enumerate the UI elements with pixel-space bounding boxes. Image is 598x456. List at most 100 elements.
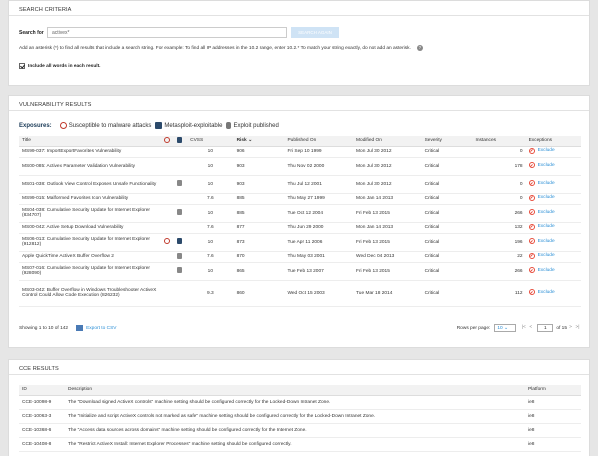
vuln-title-link[interactable]: MS07-016: Cumulative Security Update for…: [19, 262, 161, 281]
search-input[interactable]: [47, 27, 287, 38]
malware-icon: [163, 136, 170, 143]
cvss-value[interactable]: 10: [187, 233, 234, 252]
page-input[interactable]: 1: [537, 324, 554, 332]
cvss-value[interactable]: 10: [187, 262, 234, 281]
instances-value: 178: [472, 157, 526, 176]
instances-value: 112: [472, 280, 526, 307]
malware-icon: [163, 238, 170, 244]
exclude-icon: [528, 223, 535, 230]
exclude-link[interactable]: Exclude: [528, 162, 555, 168]
exclude-label: Exclude: [537, 267, 555, 273]
cce-id-link[interactable]: CCE-10368-6: [19, 423, 65, 438]
exclude-label: Exclude: [537, 253, 555, 258]
metasploit-icon: [176, 238, 182, 244]
cce-platform: ie8: [525, 395, 581, 410]
chevron-down-icon: ⌄: [504, 326, 509, 331]
help-text: Add an asterisk (*) to find all results …: [19, 45, 423, 51]
cvss-value[interactable]: 7.6: [187, 193, 234, 205]
last-page-icon[interactable]: >|: [574, 324, 581, 332]
vuln-title-link[interactable]: MS99-037: ImportExportFavorites Vulnerab…: [19, 146, 161, 158]
exclude-icon: [528, 252, 535, 259]
published-date: Wed Oct 15 2003: [284, 280, 354, 307]
vuln-title-link[interactable]: MS00-042: Active Setup Download Vulnerab…: [19, 222, 161, 234]
col-metasploit[interactable]: [173, 136, 188, 147]
risk-value: 903: [233, 175, 285, 194]
divider: [9, 110, 589, 111]
include-all-words-checkbox[interactable]: [19, 63, 25, 69]
exclude-link[interactable]: Exclude: [528, 147, 555, 154]
first-page-icon[interactable]: |<: [520, 324, 527, 332]
cvss-value[interactable]: 10: [187, 157, 234, 176]
col-risk-label: Risk: [236, 138, 247, 144]
modified-date: Mon Jul 30 2012: [353, 146, 422, 158]
help-icon[interactable]: ?: [416, 45, 423, 51]
vuln-title-link[interactable]: MS03-042: Buffer Overflow in Windows Tro…: [19, 280, 161, 307]
include-all-words-row[interactable]: Include all words in each result.: [19, 63, 101, 69]
col-exceptions[interactable]: Exceptions: [525, 136, 581, 147]
cce-id-link[interactable]: CCE-10098-9: [19, 395, 65, 410]
cvss-value[interactable]: 10: [187, 175, 234, 194]
table-header-row: Title CVSS Risk ⌄ Published On Modified …: [19, 136, 581, 147]
cvss-value[interactable]: 7.6: [187, 251, 234, 263]
vuln-title-link[interactable]: MS01-038: Outlook View Control Exposes U…: [19, 175, 161, 194]
metasploit-icon: [155, 122, 163, 129]
col-published[interactable]: Published On: [284, 136, 354, 147]
instances-value: 132: [472, 222, 526, 234]
cvss-value[interactable]: 10: [187, 146, 234, 158]
prev-page-icon[interactable]: <: [527, 324, 534, 332]
table-row: MS99-015: Malformed Favorites Icon Vulne…: [19, 193, 581, 205]
cce-id-link[interactable]: CCE-10408-8: [19, 437, 65, 452]
vuln-title-link[interactable]: MS99-015: Malformed Favorites Icon Vulne…: [19, 193, 161, 205]
col-instances[interactable]: Instances: [472, 136, 526, 147]
published-date: Thu May 03 2001: [284, 251, 354, 263]
exclude-link[interactable]: Exclude: [528, 252, 555, 259]
col-malware[interactable]: [160, 136, 174, 147]
table-row: CCE-10063-3 The "Initialize and script A…: [19, 409, 581, 424]
divider: [9, 374, 589, 375]
export-csv-label: Export to CSV: [86, 325, 117, 331]
severity-value: Critical: [421, 222, 473, 234]
exposures-label: Exposures:: [19, 122, 52, 129]
table-row: CCE-10098-9 The "Download signed ActiveX…: [19, 395, 581, 410]
col-severity[interactable]: Severity: [421, 136, 473, 147]
cvss-value[interactable]: 7.6: [187, 222, 234, 234]
search-again-button[interactable]: SEARCH AGAIN: [291, 27, 339, 38]
col-id[interactable]: ID: [19, 385, 65, 396]
search-criteria-title: SEARCH CRITERIA: [19, 7, 72, 13]
published-date: Tue Oct 12 2004: [284, 204, 354, 223]
exclude-link[interactable]: Exclude: [528, 209, 555, 215]
risk-value: 873: [233, 233, 285, 252]
col-title[interactable]: Title: [19, 136, 161, 147]
col-description[interactable]: Description: [65, 385, 525, 396]
exclude-link[interactable]: Exclude: [528, 180, 555, 186]
exclude-link[interactable]: Exclude: [528, 238, 555, 244]
rows-per-page-select[interactable]: 10 ⌄: [494, 324, 517, 332]
col-modified[interactable]: Modified On: [353, 136, 422, 147]
cce-id-link[interactable]: CCE-10063-3: [19, 409, 65, 424]
modified-date: Fri Feb 13 2015: [353, 262, 422, 281]
instances-value: 266: [472, 204, 526, 223]
col-cvss[interactable]: CVSS: [187, 136, 234, 147]
exclude-link[interactable]: Exclude: [528, 289, 555, 295]
cvss-value[interactable]: 10: [187, 204, 234, 223]
modified-date: Fri Feb 13 2015: [353, 233, 422, 252]
next-page-icon[interactable]: >: [567, 324, 574, 332]
vuln-title-link[interactable]: Apple QuickTime ActiveX Buffer Overflow …: [19, 251, 161, 263]
table-row: MS06-013: Cumulative Security Update for…: [19, 233, 581, 252]
cvss-value[interactable]: 9.3: [187, 280, 234, 307]
export-csv-link[interactable]: Export to CSV: [76, 325, 116, 331]
col-risk[interactable]: Risk ⌄: [233, 136, 285, 147]
vuln-title-link[interactable]: MS00-085: Activex Parameter Validation V…: [19, 157, 161, 176]
exclude-link[interactable]: Exclude: [528, 223, 555, 230]
modified-date: Mon Jan 14 2013: [353, 193, 422, 205]
table-header-row: ID Description Platform: [19, 385, 581, 396]
severity-value: Critical: [421, 157, 473, 176]
severity-value: Critical: [421, 204, 473, 223]
vuln-title-link[interactable]: MS04-038: Cumulative Security Update for…: [19, 204, 161, 223]
vuln-title-link[interactable]: MS06-013: Cumulative Security Update for…: [19, 233, 161, 252]
exclude-link[interactable]: Exclude: [528, 194, 555, 201]
col-platform[interactable]: Platform: [525, 385, 581, 396]
pagination: Rows per page: 10 ⌄ |< < 1 of 15 > >|: [457, 324, 581, 332]
severity-value: Critical: [421, 262, 473, 281]
exclude-link[interactable]: Exclude: [528, 267, 555, 273]
